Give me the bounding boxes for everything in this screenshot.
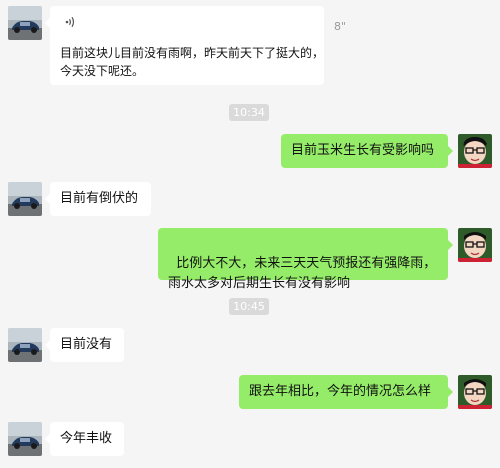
outgoing-message-bubble[interactable]: 跟去年相比，今年的情况怎么样: [239, 375, 453, 409]
message-text: 比例大不大，未来三天天气预报还有强降雨， 雨水太多对后期生长有没有影响: [168, 256, 437, 291]
voice-message-bubble[interactable]: 目前这块儿目前没有雨啊，昨天前天下了挺大的， 今天没下呢还。: [45, 6, 325, 85]
incoming-message-bubble[interactable]: 今年丰收: [45, 422, 124, 456]
self-avatar[interactable]: [458, 375, 492, 409]
voice-transcription-text: 目前这块儿目前没有雨啊，昨天前天下了挺大的， 今天没下呢还。: [60, 46, 325, 78]
cartoon-glasses-avatar: [458, 228, 492, 262]
car-photo-avatar: [8, 422, 42, 456]
voice-wave-icon: [64, 15, 76, 29]
self-avatar[interactable]: [458, 228, 492, 262]
message-text: 目前玉米生长有受影响吗: [291, 143, 435, 158]
message-text: 目前没有: [60, 337, 113, 352]
car-photo-avatar: [8, 6, 42, 40]
self-avatar[interactable]: [458, 134, 492, 168]
car-photo-avatar: [8, 328, 42, 362]
message-text: 目前有倒伏的: [60, 191, 139, 206]
incoming-message-bubble[interactable]: 目前有倒伏的: [45, 182, 151, 216]
contact-avatar[interactable]: [8, 6, 42, 40]
car-photo-avatar: [8, 182, 42, 216]
timestamp: 10:45: [229, 298, 269, 315]
message-text: 今年丰收: [60, 431, 113, 446]
voice-duration: 8": [334, 20, 347, 33]
cartoon-glasses-avatar: [458, 134, 492, 168]
cartoon-glasses-avatar: [458, 375, 492, 409]
timestamp: 10:34: [229, 104, 269, 121]
contact-avatar[interactable]: [8, 328, 42, 362]
contact-avatar[interactable]: [8, 182, 42, 216]
outgoing-message-bubble[interactable]: 目前玉米生长有受影响吗: [281, 134, 453, 168]
incoming-message-bubble[interactable]: 目前没有: [45, 328, 124, 362]
contact-avatar[interactable]: [8, 422, 42, 456]
message-text: 跟去年相比，今年的情况怎么样: [249, 384, 432, 399]
outgoing-message-bubble[interactable]: 比例大不大，未来三天天气预报还有强降雨， 雨水太多对后期生长有没有影响: [158, 228, 453, 291]
